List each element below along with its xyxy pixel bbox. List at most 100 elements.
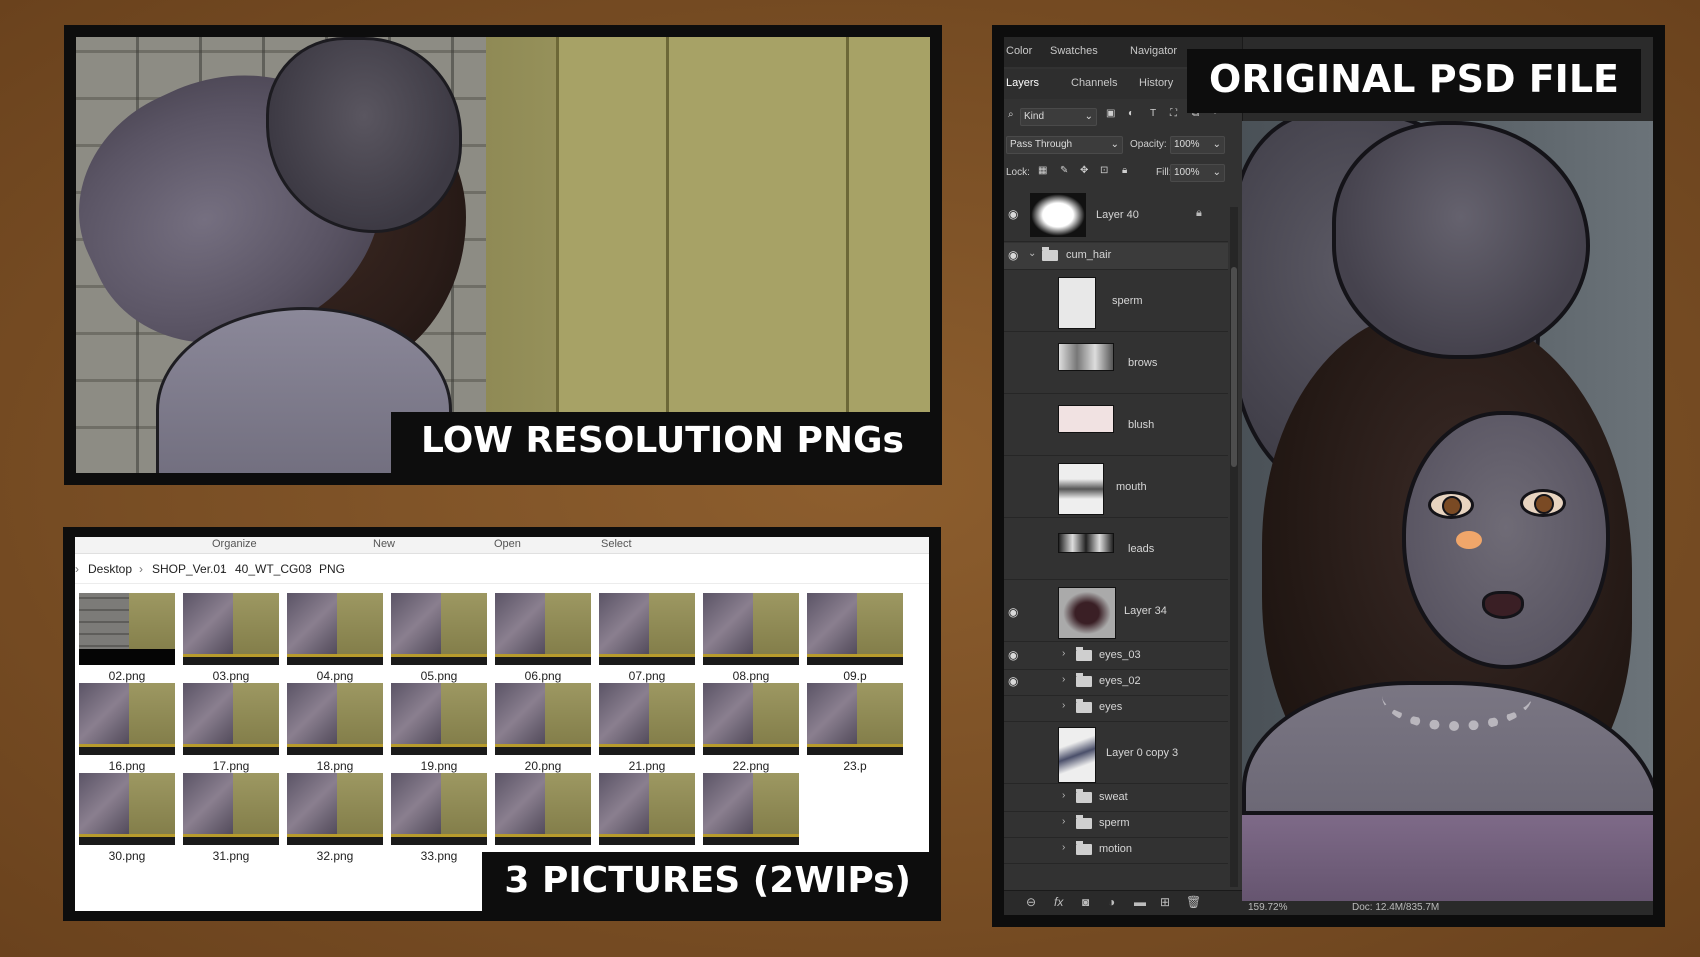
file-name[interactable]: 33.png [384,849,494,863]
filter-kind-select[interactable]: Kind ⌄ [1020,108,1097,126]
tab-layers[interactable]: Layers [1006,77,1039,89]
file-name[interactable]: 05.png [384,669,494,683]
lock-artboard-icon[interactable]: ⊡ [1100,165,1108,176]
file-thumbnail[interactable] [599,683,695,755]
new-button[interactable]: New [373,538,395,550]
layer-group-row[interactable]: › sweat [1004,785,1228,812]
file-thumbnail[interactable] [599,593,695,665]
file-thumbnail[interactable] [703,683,799,755]
eye-icon[interactable]: ◉ [1008,648,1018,662]
layer-group-row[interactable]: › eyes [1004,695,1228,722]
file-thumbnail[interactable] [495,683,591,755]
organize-button[interactable]: Organize [212,538,257,550]
lock-all-icon[interactable]: 🔒︎ [1122,165,1127,176]
file-thumbnail[interactable] [183,593,279,665]
eye-icon[interactable]: ◉ [1008,248,1018,262]
open-button[interactable]: Open [494,538,521,550]
image-filter-icon[interactable]: ▣ [1106,108,1115,119]
file-thumbnail[interactable] [287,593,383,665]
layer-group-row[interactable]: › motion [1004,837,1228,864]
chevron-right-icon[interactable]: › [1062,790,1065,801]
file-thumbnail[interactable] [703,593,799,665]
adjustment-icon[interactable]: ◑ [1108,895,1115,909]
file-name[interactable]: 07.png [592,669,702,683]
file-name[interactable]: 09.p [800,669,910,683]
layer-row[interactable]: Layer 0 copy 3 [1004,723,1228,784]
file-thumbnail[interactable] [599,773,695,845]
chevron-right-icon[interactable]: › [1062,816,1065,827]
file-name[interactable]: 17.png [176,759,286,773]
layer-group-row[interactable]: › sperm [1004,811,1228,838]
file-thumbnail[interactable] [183,683,279,755]
breadcrumb-folder[interactable]: 40_WT_CG03 [235,562,312,576]
lock-move-icon[interactable]: ✥ [1080,165,1088,176]
layer-row[interactable]: sperm [1004,271,1228,332]
breadcrumb-png[interactable]: PNG [319,562,345,576]
file-name[interactable]: 03.png [176,669,286,683]
fx-icon[interactable]: fx [1054,895,1063,909]
eye-icon[interactable]: ◉ [1008,674,1018,688]
file-thumbnail[interactable] [183,773,279,845]
file-thumbnail[interactable] [79,683,175,755]
group-icon[interactable]: ▬ [1134,895,1146,909]
layer-group-row[interactable]: ◉ › eyes_02 [1004,669,1228,696]
psd-canvas[interactable] [1242,121,1653,915]
layer-row[interactable]: leads [1004,519,1228,580]
file-name[interactable]: 31.png [176,849,286,863]
fill-input[interactable]: 100% ⌄ [1170,164,1225,182]
new-layer-icon[interactable]: ⊞ [1160,895,1170,909]
tab-history[interactable]: History [1139,77,1173,89]
file-thumbnail[interactable] [703,773,799,845]
file-name[interactable]: 21.png [592,759,702,773]
tab-swatches[interactable]: Swatches [1050,45,1098,57]
file-thumbnail[interactable] [391,773,487,845]
mask-icon[interactable]: ◙ [1082,895,1089,909]
file-name[interactable]: 32.png [280,849,390,863]
chevron-right-icon[interactable]: › [1062,842,1065,853]
file-thumbnail[interactable] [79,773,175,845]
file-name[interactable]: 30.png [75,849,182,863]
breadcrumb-desktop[interactable]: Desktop [88,562,132,576]
chevron-right-icon[interactable]: › [1062,648,1065,659]
breadcrumb-shop[interactable]: SHOP_Ver.01 [152,562,227,576]
tab-color[interactable]: Color [1006,45,1032,57]
file-name[interactable]: 20.png [488,759,598,773]
file-thumbnail[interactable] [807,683,903,755]
layer-row[interactable]: blush [1004,395,1228,456]
file-thumbnail[interactable] [391,683,487,755]
file-name[interactable]: 18.png [280,759,390,773]
file-thumbnail[interactable] [79,593,175,665]
chevron-right-icon[interactable]: › [1062,674,1065,685]
eye-icon[interactable]: ◉ [1008,605,1018,619]
adjustment-filter-icon[interactable]: ◐ [1128,108,1134,119]
lock-brush-icon[interactable]: ✎ [1060,165,1068,176]
file-thumbnail[interactable] [495,773,591,845]
file-name[interactable]: 23.p [800,759,910,773]
layer-row[interactable]: mouth [1004,457,1228,518]
file-thumbnail[interactable] [495,593,591,665]
breadcrumb[interactable]: › Desktop › SHOP_Ver.01 › 40_WT_CG03 › P… [75,555,929,584]
trash-icon[interactable]: 🗑︎ [1186,895,1201,909]
scrollbar-thumb[interactable] [1231,267,1237,467]
file-name[interactable]: 08.png [696,669,806,683]
type-filter-icon[interactable]: T [1150,108,1156,119]
layer-row[interactable]: brows [1004,333,1228,394]
blend-mode-select[interactable]: Pass Through ⌄ [1006,136,1123,154]
file-name[interactable]: 22.png [696,759,806,773]
select-button[interactable]: Select [601,538,632,550]
file-name[interactable]: 16.png [75,759,182,773]
file-name[interactable]: 06.png [488,669,598,683]
shape-filter-icon[interactable]: ⛶ [1170,108,1177,119]
layer-group-row[interactable]: ◉ › eyes_03 [1004,643,1228,670]
file-name[interactable]: 02.png [75,669,182,683]
tab-navigator[interactable]: Navigator [1130,45,1177,57]
chevron-down-icon[interactable]: ⌄ [1028,248,1036,259]
file-thumbnail[interactable] [287,683,383,755]
layer-group-row[interactable]: ◉ ⌄ cum_hair [1004,243,1228,270]
eye-icon[interactable]: ◉ [1008,207,1018,221]
chevron-right-icon[interactable]: › [1062,700,1065,711]
file-thumbnail[interactable] [287,773,383,845]
lock-transparency-icon[interactable]: ▦ [1038,165,1047,176]
file-name[interactable]: 04.png [280,669,390,683]
file-thumbnail[interactable] [391,593,487,665]
